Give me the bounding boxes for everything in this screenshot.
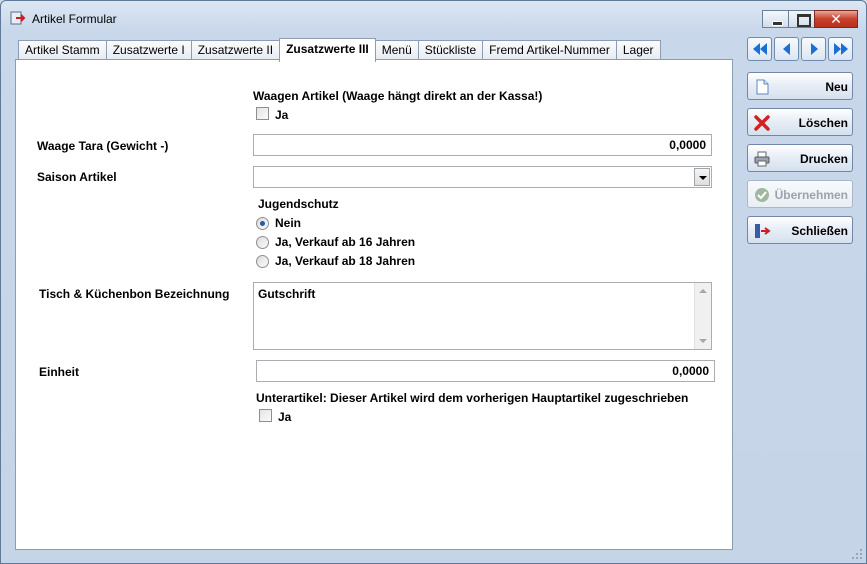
jugendschutz-heading: Jugendschutz bbox=[258, 197, 339, 211]
tara-input[interactable]: 0,0000 bbox=[253, 134, 712, 156]
window-title: Artikel Formular bbox=[32, 12, 117, 26]
waagen-heading: Waagen Artikel (Waage hängt direkt an de… bbox=[253, 89, 543, 103]
delete-button[interactable]: Löschen bbox=[747, 108, 853, 136]
delete-x-icon bbox=[754, 115, 770, 131]
tab-menu[interactable]: Menü bbox=[374, 40, 419, 61]
apply-button-label: Übernehmen bbox=[774, 188, 848, 202]
artikel-formular-window: Artikel Formular ✕ Artikel Stamm Zusatzw… bbox=[0, 0, 867, 564]
unterartikel-checkbox-label: Ja bbox=[278, 410, 292, 424]
unterartikel-heading: Unterartikel: Dieser Artikel wird dem vo… bbox=[256, 391, 689, 405]
close-window-button[interactable]: ✕ bbox=[814, 10, 858, 28]
einheit-input[interactable]: 0,0000 bbox=[256, 360, 715, 382]
waagen-checkbox[interactable] bbox=[256, 107, 269, 120]
close-icon: ✕ bbox=[830, 11, 842, 27]
new-document-icon bbox=[756, 79, 769, 95]
tab-zusatzwerte-3[interactable]: Zusatzwerte III bbox=[279, 38, 376, 62]
jugendschutz-label-18: Ja, Verkauf ab 18 Jahren bbox=[275, 254, 416, 268]
printer-icon bbox=[754, 151, 770, 167]
tab-zusatzwerte-1[interactable]: Zusatzwerte I bbox=[105, 40, 192, 61]
tab-zusatzwerte-2[interactable]: Zusatzwerte II bbox=[190, 40, 281, 61]
tab-lager[interactable]: Lager bbox=[615, 40, 661, 61]
jugendschutz-label-nein: Nein bbox=[275, 216, 302, 230]
bon-scrollbar[interactable] bbox=[694, 283, 711, 349]
previous-record-button[interactable] bbox=[774, 37, 799, 61]
close-form-button[interactable]: Schließen bbox=[747, 216, 853, 244]
tab-artikel-stamm[interactable]: Artikel Stamm bbox=[18, 40, 107, 61]
jugendschutz-label-16: Ja, Verkauf ab 16 Jahren bbox=[275, 235, 416, 249]
tara-label: Waage Tara (Gewicht -) bbox=[37, 139, 169, 153]
jugendschutz-radio-nein[interactable] bbox=[256, 217, 269, 230]
exit-door-icon bbox=[755, 224, 771, 238]
last-record-icon bbox=[834, 43, 848, 55]
new-button-label: Neu bbox=[825, 80, 848, 94]
delete-button-label: Löschen bbox=[798, 116, 848, 130]
next-record-icon bbox=[811, 43, 818, 55]
chevron-down-icon[interactable] bbox=[694, 168, 710, 186]
next-record-button[interactable] bbox=[801, 37, 826, 61]
bon-textarea[interactable]: Gutschrift bbox=[253, 282, 712, 350]
unterartikel-checkbox[interactable] bbox=[259, 409, 272, 422]
apply-button[interactable]: Übernehmen bbox=[747, 180, 853, 208]
print-button-label: Drucken bbox=[799, 152, 848, 166]
tab-stueckliste[interactable]: Stückliste bbox=[417, 40, 484, 61]
first-record-icon bbox=[753, 43, 767, 55]
previous-record-icon bbox=[783, 43, 790, 55]
first-record-button[interactable] bbox=[747, 37, 772, 61]
waagen-checkbox-label: Ja bbox=[275, 108, 289, 122]
minimize-button[interactable] bbox=[762, 10, 789, 28]
einheit-label: Einheit bbox=[39, 365, 80, 379]
tab-strip: Artikel Stamm Zusatzwerte I Zusatzwerte … bbox=[18, 38, 661, 62]
bon-text: Gutschrift bbox=[258, 287, 316, 301]
last-record-button[interactable] bbox=[828, 37, 853, 61]
scroll-up-icon[interactable] bbox=[699, 289, 707, 293]
jugendschutz-radio-18[interactable] bbox=[256, 255, 269, 268]
saison-select[interactable] bbox=[253, 166, 712, 188]
scroll-down-icon[interactable] bbox=[699, 339, 707, 343]
maximize-button[interactable] bbox=[788, 10, 815, 28]
jugendschutz-radio-16[interactable] bbox=[256, 236, 269, 249]
app-icon bbox=[10, 11, 26, 25]
saison-label: Saison Artikel bbox=[37, 170, 117, 184]
new-button[interactable]: Neu bbox=[747, 72, 853, 100]
bon-label: Tisch & Küchenbon Bezeichnung bbox=[39, 287, 230, 301]
tab-fremd-artikel-nummer[interactable]: Fremd Artikel-Nummer bbox=[482, 40, 617, 61]
print-button[interactable]: Drucken bbox=[747, 144, 853, 172]
resize-grip[interactable] bbox=[852, 549, 862, 559]
apply-check-icon bbox=[755, 188, 769, 202]
tab-panel-zusatzwerte-3: Waagen Artikel (Waage hängt direkt an de… bbox=[15, 59, 733, 550]
title-bar[interactable]: Artikel Formular ✕ bbox=[1, 1, 866, 33]
close-form-button-label: Schließen bbox=[791, 224, 848, 238]
